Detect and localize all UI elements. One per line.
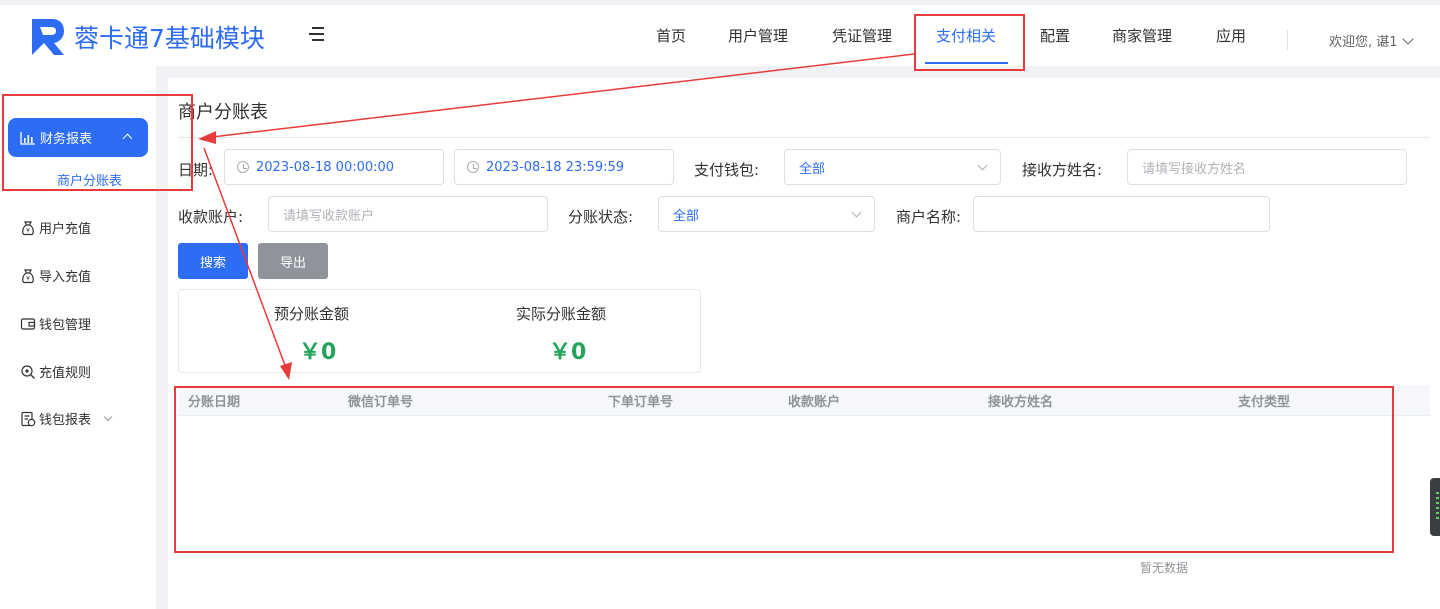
- account-label: 收款账户:: [178, 208, 244, 226]
- chevron-down-icon: [977, 160, 988, 171]
- date-end-picker[interactable]: 2023-08-18 23:59:59: [454, 149, 674, 185]
- nav-item-home[interactable]: 首页: [656, 25, 686, 46]
- nav-item-config[interactable]: 配置: [1040, 25, 1070, 46]
- top-nav: 首页 用户管理 凭证管理 支付相关 配置 商家管理 应用 欢迎您, 谌1: [0, 5, 1440, 66]
- scrollbar-handle[interactable]: [1430, 478, 1440, 536]
- nav-item-merchant-management[interactable]: 商家管理: [1112, 25, 1172, 46]
- date-start-value: 2023-08-18 00:00:00: [256, 159, 395, 175]
- merchant-input[interactable]: [973, 196, 1270, 232]
- user-menu[interactable]: 欢迎您, 谌1: [1329, 31, 1414, 50]
- receiver-placeholder: 请填写接收方姓名: [1142, 161, 1247, 177]
- search-button[interactable]: 搜索: [178, 243, 248, 279]
- merchant-label: 商户名称:: [896, 208, 962, 226]
- money-bag-icon: ¥: [22, 268, 34, 283]
- date-start-picker[interactable]: 2023-08-18 00:00:00: [224, 149, 444, 185]
- wallet-icon: [20, 317, 36, 330]
- svg-text:¥: ¥: [26, 227, 30, 234]
- chevron-down-icon: [1401, 32, 1414, 45]
- receiver-input[interactable]: 请填写接收方姓名: [1127, 149, 1407, 185]
- wallet-label: 支付钱包:: [694, 161, 760, 179]
- search-gear-icon: [21, 364, 35, 379]
- page: 蓉卡通7基础模块 首页 用户管理 凭证管理 支付相关 配置 商家管理 应用 欢迎…: [0, 0, 1440, 609]
- export-button[interactable]: 导出: [258, 243, 328, 279]
- money-bag-icon: ¥: [22, 220, 34, 235]
- title-divider: [178, 137, 1430, 138]
- sidebar-item-recharge-rules[interactable]: 充值规则: [20, 362, 91, 381]
- actual-split-label: 实际分账金额: [516, 305, 607, 323]
- wallet-select[interactable]: 全部: [784, 149, 1001, 185]
- sidebar-item-wallet-management[interactable]: 钱包管理: [20, 314, 91, 333]
- expected-split-label: 预分账金额: [274, 305, 350, 323]
- sidebar-item-label: 钱包管理: [39, 318, 92, 333]
- nav-item-apps[interactable]: 应用: [1216, 25, 1246, 46]
- sidebar-item-label: 用户充值: [39, 222, 92, 237]
- svg-text:¥: ¥: [26, 275, 30, 282]
- welcome-text: 欢迎您, 谌1: [1329, 35, 1398, 50]
- nav-item-credential-management[interactable]: 凭证管理: [832, 25, 892, 46]
- annotation-box-table: [174, 386, 1394, 553]
- status-label: 分账状态:: [568, 208, 634, 226]
- summary-panel: [178, 289, 701, 373]
- empty-state-text: 暂无数据: [1140, 561, 1189, 575]
- sidebar-item-import-recharge[interactable]: ¥ 导入充值: [20, 266, 91, 285]
- annotation-box-nav: [914, 14, 1025, 71]
- sidebar-item-wallet-report[interactable]: 钱包报表: [20, 409, 113, 428]
- annotation-box-sidebar: [2, 94, 193, 191]
- account-input[interactable]: 请填写收款账户: [268, 196, 548, 232]
- nav-item-user-management[interactable]: 用户管理: [728, 25, 788, 46]
- chevron-down-icon: [851, 207, 862, 218]
- chevron-down-icon: [103, 412, 113, 421]
- top-header: 蓉卡通7基础模块 首页 用户管理 凭证管理 支付相关 配置 商家管理 应用 欢迎…: [0, 0, 1440, 66]
- nav-divider: [1287, 30, 1288, 50]
- clock-icon: [467, 161, 479, 173]
- expected-split-value: ￥0: [299, 340, 337, 365]
- actual-split-value: ￥0: [549, 340, 587, 365]
- account-placeholder: 请填写收款账户: [283, 208, 375, 224]
- wallet-select-value: 全部: [799, 161, 826, 177]
- sidebar-item-label: 导入充值: [39, 270, 92, 285]
- clock-icon: [237, 161, 249, 173]
- status-select[interactable]: 全部: [658, 196, 875, 232]
- date-end-value: 2023-08-18 23:59:59: [486, 159, 625, 175]
- sidebar-item-label: 钱包报表: [39, 413, 92, 428]
- receiver-label: 接收方姓名:: [1022, 161, 1103, 179]
- status-select-value: 全部: [673, 208, 700, 224]
- sidebar-item-label: 充值规则: [39, 366, 92, 381]
- sidebar-item-user-recharge[interactable]: ¥ 用户充值: [20, 218, 91, 237]
- report-icon: [21, 411, 36, 426]
